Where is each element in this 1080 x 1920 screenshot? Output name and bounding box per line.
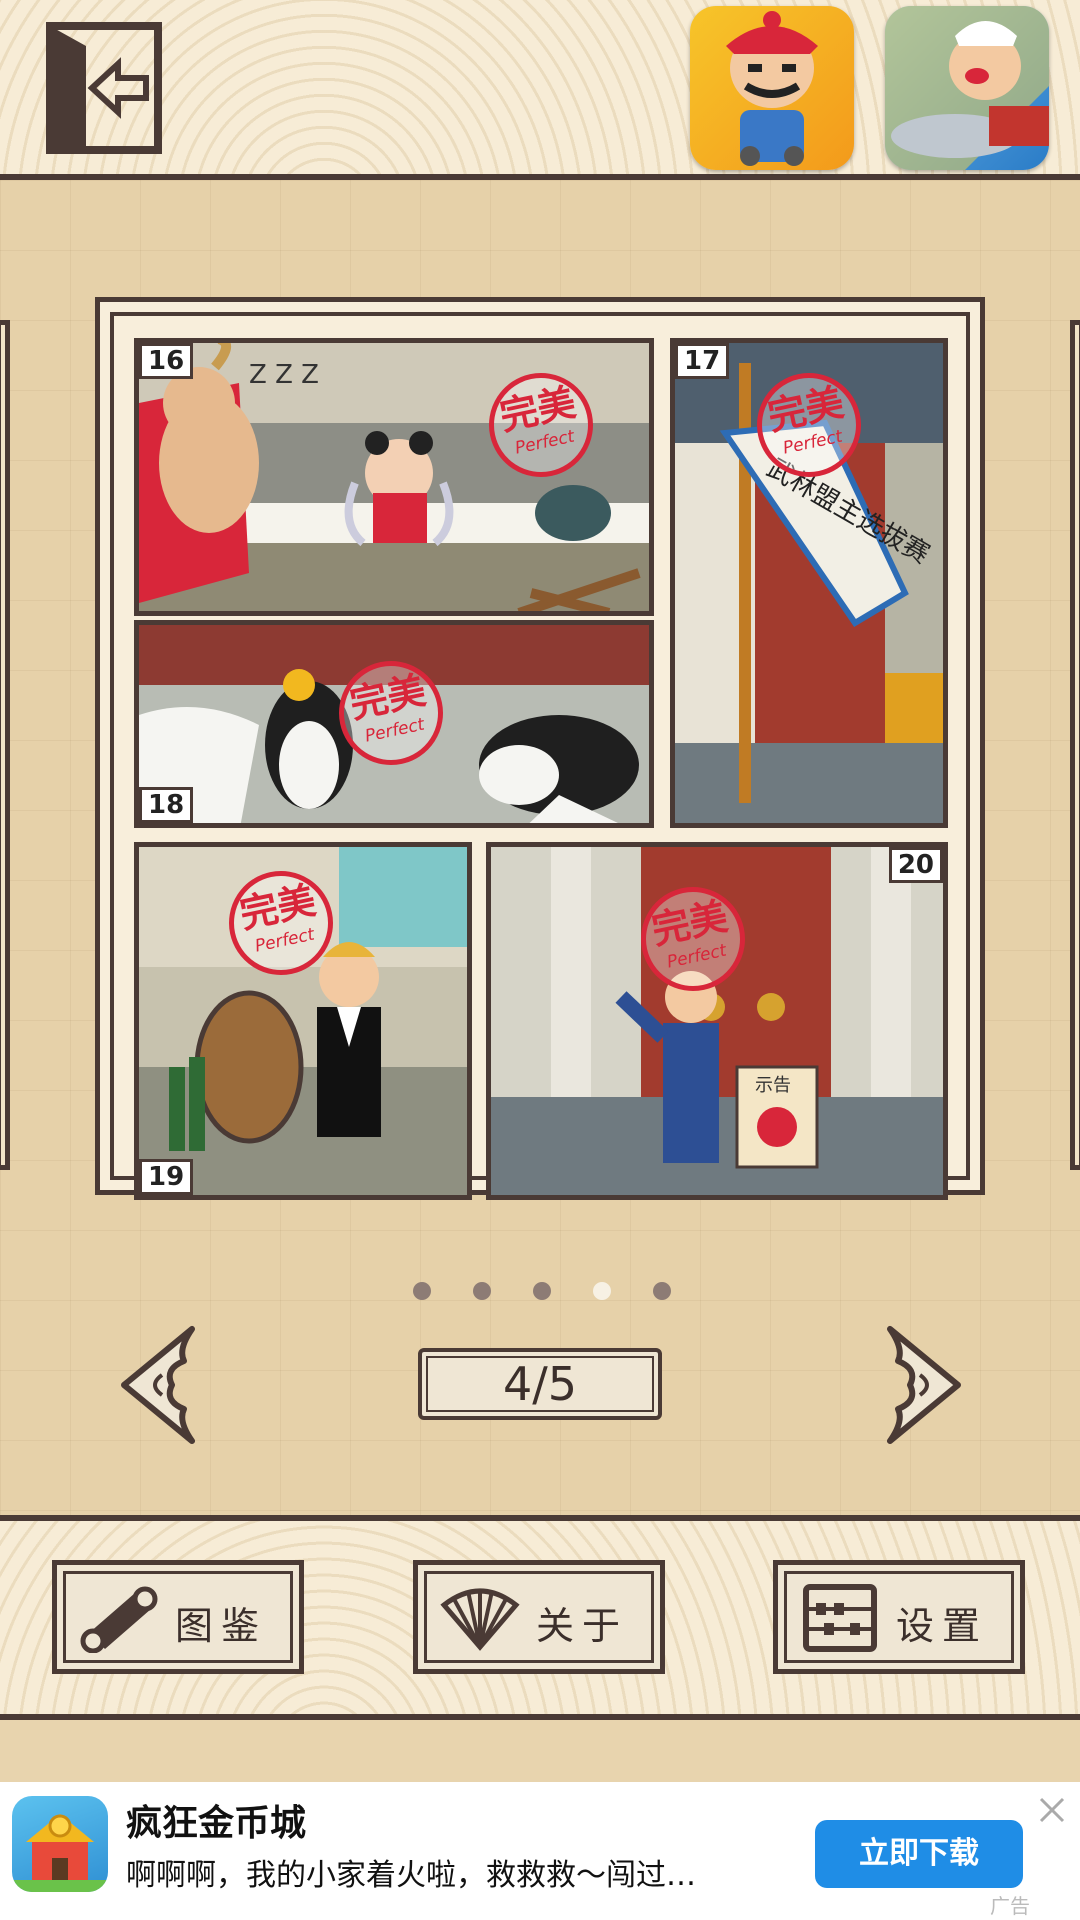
- prev-page-peek: [0, 320, 10, 1170]
- coin-city-app-icon: [12, 1796, 108, 1892]
- exit-door-arrow-icon[interactable]: [46, 22, 162, 154]
- abacus-icon: [800, 1583, 880, 1653]
- page-dot-3[interactable]: [533, 1282, 551, 1300]
- settings-label: 设置: [896, 1604, 989, 1648]
- panel-number: 17: [675, 343, 730, 379]
- settings-button[interactable]: 设置: [773, 1560, 1025, 1674]
- next-page-peek: [1070, 320, 1080, 1170]
- comic-panel-19[interactable]: 19 完美 Perfect: [134, 842, 472, 1200]
- fan-icon: [440, 1583, 520, 1653]
- cloud-arrow-left-icon: [121, 1326, 195, 1444]
- promo-app-1[interactable]: [690, 6, 854, 170]
- comic-panel-20[interactable]: 示告 20 完美 Perfect: [486, 842, 948, 1200]
- download-now-button[interactable]: 立即下载: [815, 1820, 1023, 1888]
- panel-number: 16: [139, 343, 194, 379]
- page-dot-4-active[interactable]: [593, 1282, 611, 1300]
- promo-app-2[interactable]: [885, 6, 1049, 170]
- comic-panel-16[interactable]: Z Z Z 16 完美 Perfect: [134, 338, 654, 616]
- cloud-arrow-right-icon: [887, 1326, 961, 1444]
- qing-official-character-icon: [726, 11, 818, 166]
- panel-number: 19: [139, 1159, 194, 1195]
- wanted-notice-text: 示告: [755, 1075, 791, 1096]
- page-dot-5[interactable]: [653, 1282, 671, 1300]
- collection-button[interactable]: 图鉴: [52, 1560, 304, 1674]
- prev-page-button[interactable]: [118, 1325, 198, 1445]
- next-page-button[interactable]: [884, 1325, 964, 1445]
- page-dot-1[interactable]: [413, 1282, 431, 1300]
- top-bar: [0, 0, 1080, 180]
- ad-tag-label: 广告: [990, 1894, 1030, 1918]
- page-indicator: 4/5: [418, 1348, 662, 1420]
- page-dot-2[interactable]: [473, 1282, 491, 1300]
- comic-panel-17[interactable]: 武林盟主选拔赛 17 完美 Perfect: [670, 338, 948, 828]
- chef-wok-character-icon: [885, 6, 1049, 170]
- about-label: 关于: [536, 1604, 629, 1648]
- panel-number: 18: [139, 787, 194, 823]
- ad-title: 疯狂金币城: [126, 1803, 307, 1844]
- close-icon[interactable]: [1038, 1796, 1066, 1824]
- collection-label: 图鉴: [175, 1604, 268, 1648]
- about-button[interactable]: 关于: [413, 1560, 665, 1674]
- ad-description: 啊啊啊，我的小家着火啦，救救救～闯过…: [126, 1858, 696, 1893]
- svg-text:Z Z Z: Z Z Z: [249, 360, 319, 390]
- comic-panel-18[interactable]: 18 完美 Perfect: [134, 620, 654, 828]
- ad-banner[interactable]: 疯狂金币城 啊啊啊，我的小家着火啦，救救救～闯过… 立即下载: [0, 1782, 1080, 1920]
- comic-page-frame: Z Z Z 16 完美 Perfect 18 完美 Perfect 武林盟主选拔…: [95, 297, 985, 1200]
- page-dots: [405, 1282, 675, 1302]
- panel-number: 20: [888, 847, 943, 883]
- scroll-icon: [79, 1583, 159, 1654]
